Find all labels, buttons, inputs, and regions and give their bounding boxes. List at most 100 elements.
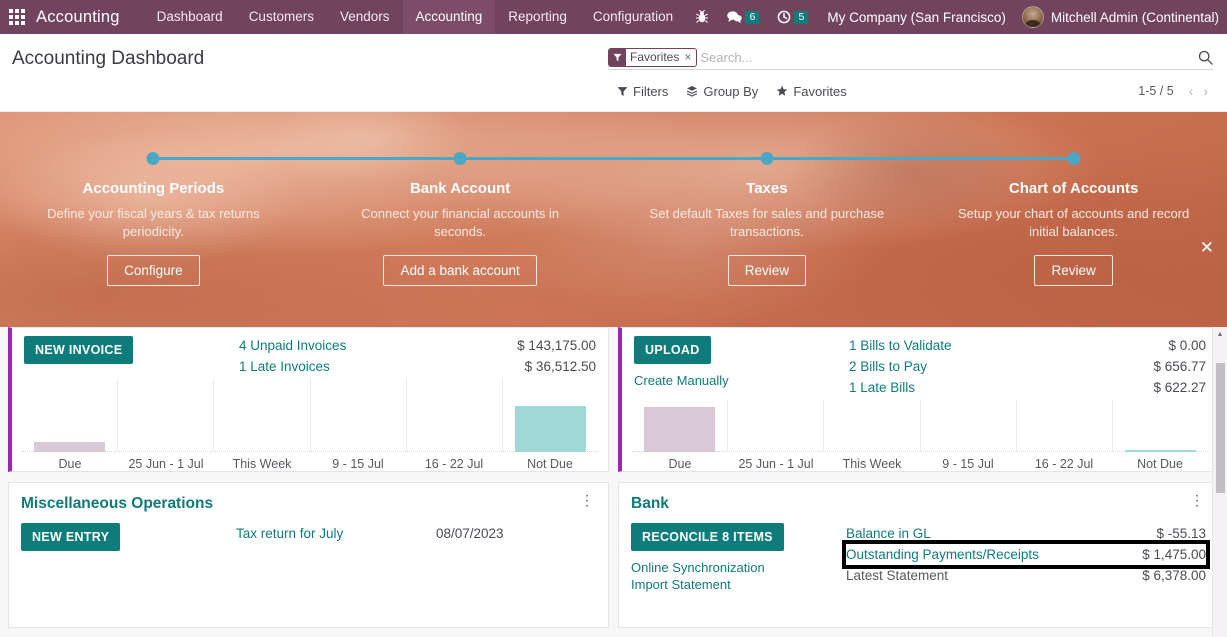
stat-row: 2 Bills to Pay $ 656.77 — [849, 357, 1206, 377]
kebab-menu-icon[interactable]: ⋮ — [578, 493, 596, 507]
company-switcher[interactable]: My Company (San Francisco) — [817, 10, 1016, 25]
top-navbar: Accounting Dashboard Customers Vendors A… — [0, 0, 1227, 34]
axis-tick: This Week — [842, 457, 902, 471]
chart-bar-slot[interactable] — [824, 399, 921, 452]
star-icon — [777, 85, 788, 96]
late-invoices-link[interactable]: 1 Late Invoices — [239, 357, 330, 377]
bills-to-pay-amount: $ 656.77 — [1153, 359, 1206, 374]
step-description: Define your fiscal years & tax returns p… — [47, 206, 260, 239]
menu-item-vendors[interactable]: Vendors — [327, 0, 403, 34]
chart-bar — [1125, 449, 1196, 452]
invoices-aging-chart — [22, 378, 598, 452]
card-body: NEW ENTRY Tax return for July 08/07/2023 — [9, 513, 608, 551]
menu-item-dashboard[interactable]: Dashboard — [144, 0, 236, 34]
stat-row: 4 Unpaid Invoices $ 143,175.00 — [239, 336, 596, 356]
bills-to-pay-link[interactable]: 2 Bills to Pay — [849, 357, 927, 377]
add-bank-account-button[interactable]: Add a bank account — [383, 255, 537, 286]
page-title: Accounting Dashboard — [12, 48, 205, 69]
pager-previous-button[interactable]: ‹ — [1184, 83, 1199, 99]
bank-row-latest-statement: Latest Statement $ 6,378.00 — [846, 565, 1206, 586]
card-bank: Bank ⋮ RECONCILE 8 ITEMS Online Synchron… — [618, 482, 1219, 628]
card-miscellaneous-operations: Miscellaneous Operations ⋮ NEW ENTRY Tax… — [8, 482, 609, 628]
apps-grid-icon[interactable] — [0, 0, 34, 34]
balance-in-gl-link[interactable]: Balance in GL — [846, 523, 931, 544]
review-chart-of-accounts-button[interactable]: Review — [1034, 255, 1113, 286]
pager: 1-5 / 5 ‹ › — [1138, 83, 1213, 99]
bills-to-validate-link[interactable]: 1 Bills to Validate — [849, 336, 952, 356]
menu-item-customers[interactable]: Customers — [236, 0, 327, 34]
facet-remove-icon[interactable]: × — [683, 49, 696, 66]
axis-tick: Due — [58, 457, 82, 471]
upload-button[interactable]: UPLOAD — [634, 336, 711, 364]
group-by-dropdown[interactable]: Group By — [677, 84, 767, 99]
scrollbar-thumb[interactable] — [1216, 363, 1225, 493]
close-icon[interactable]: ✕ — [1200, 239, 1214, 256]
chart-bar-slot[interactable] — [407, 378, 503, 452]
step-dot-icon[interactable] — [760, 152, 774, 165]
vertical-scrollbar[interactable]: ▲ — [1212, 327, 1227, 637]
step-dot-icon[interactable] — [146, 152, 160, 165]
chart-bar-slot[interactable] — [311, 378, 407, 452]
user-menu[interactable]: Mitchell Admin (Continental) — [1016, 6, 1219, 28]
menu-item-accounting[interactable]: Accounting — [402, 0, 496, 34]
configure-button[interactable]: Configure — [107, 255, 200, 286]
menu-item-configuration[interactable]: Configuration — [580, 0, 686, 34]
bills-chart-axis: Due 25 Jun - 1 Jul This Week 9 - 15 Jul … — [632, 452, 1208, 471]
chart-bar-slot[interactable] — [22, 378, 119, 452]
bug-icon[interactable] — [687, 0, 717, 34]
chart-bar-slot[interactable] — [214, 378, 311, 452]
axis-tick: Not Due — [1137, 457, 1183, 471]
scroll-up-arrow-icon[interactable]: ▲ — [1213, 327, 1227, 341]
menu-item-reporting[interactable]: Reporting — [495, 0, 580, 34]
online-synchronization-link[interactable]: Online Synchronization — [631, 560, 846, 575]
outstanding-payments-receipts-link[interactable]: Outstanding Payments/Receipts — [846, 544, 1039, 565]
navbar-right-tools: 6 5 My Company (San Francisco) Mitchell … — [687, 0, 1227, 34]
search-input[interactable] — [697, 50, 1190, 65]
axis-tick: 9 - 15 Jul — [332, 457, 384, 471]
card-header: Miscellaneous Operations ⋮ — [9, 483, 608, 513]
filters-dropdown[interactable]: Filters — [608, 84, 677, 99]
kebab-menu-icon[interactable]: ⋮ — [1188, 493, 1206, 507]
new-entry-button[interactable]: NEW ENTRY — [21, 523, 121, 551]
misc-entry-name[interactable]: Tax return for July — [236, 523, 436, 545]
card-actions: UPLOAD Create Manually — [634, 336, 849, 399]
activities-button[interactable]: 5 — [768, 0, 817, 34]
chart-bar-slot[interactable] — [118, 378, 215, 452]
review-taxes-button[interactable]: Review — [727, 255, 806, 286]
onboarding-step-accounting-periods: Accounting Periods Define your fiscal ye… — [0, 112, 461, 286]
chart-bar — [644, 406, 715, 452]
step-dot-icon[interactable] — [453, 152, 467, 165]
chart-bar-slot[interactable] — [503, 378, 598, 452]
chart-bar-slot[interactable] — [728, 399, 825, 452]
pager-next-button[interactable]: › — [1198, 83, 1213, 99]
create-manually-link[interactable]: Create Manually — [634, 373, 849, 388]
filters-label: Filters — [633, 83, 669, 99]
favorites-dropdown[interactable]: Favorites — [767, 84, 855, 99]
card-actions: RECONCILE 8 ITEMS Online Synchronization… — [631, 523, 846, 592]
chart-bar-slot[interactable] — [1113, 399, 1208, 452]
chart-bar-slot[interactable] — [1017, 399, 1113, 452]
card-title: Miscellaneous Operations — [21, 495, 214, 512]
misc-entry-date: 08/07/2023 — [436, 526, 504, 541]
axis-tick: 9 - 15 Jul — [942, 457, 994, 471]
axis-tick: Due — [668, 457, 692, 471]
search-facet-favorites[interactable]: Favorites × — [608, 48, 698, 67]
bank-stats-list: Balance in GL $ -55.13 Outstanding Payme… — [842, 523, 1210, 592]
onboarding-steps: Accounting Periods Define your fiscal ye… — [0, 112, 1227, 286]
unpaid-invoices-link[interactable]: 4 Unpaid Invoices — [239, 336, 346, 356]
latest-statement-label: Latest Statement — [846, 568, 949, 583]
chat-bubble-icon — [727, 11, 743, 24]
late-bills-link[interactable]: 1 Late Bills — [849, 378, 915, 398]
new-invoice-button[interactable]: NEW INVOICE — [24, 336, 134, 364]
chart-bar-slot[interactable] — [632, 399, 729, 452]
bank-row-outstanding-payments-receipts[interactable]: Outstanding Payments/Receipts $ 1,475.00 — [842, 540, 1210, 569]
step-dot-icon[interactable] — [1067, 152, 1081, 165]
reconcile-items-button[interactable]: RECONCILE 8 ITEMS — [631, 523, 784, 551]
messages-button[interactable]: 6 — [717, 0, 768, 34]
chart-bar — [34, 441, 105, 452]
magnifier-icon[interactable] — [1190, 50, 1213, 65]
app-brand-title[interactable]: Accounting — [34, 8, 126, 27]
card-stats: 4 Unpaid Invoices $ 143,175.00 1 Late In… — [239, 336, 596, 378]
chart-bar-slot[interactable] — [921, 399, 1017, 452]
import-statement-link[interactable]: Import Statement — [631, 577, 846, 592]
